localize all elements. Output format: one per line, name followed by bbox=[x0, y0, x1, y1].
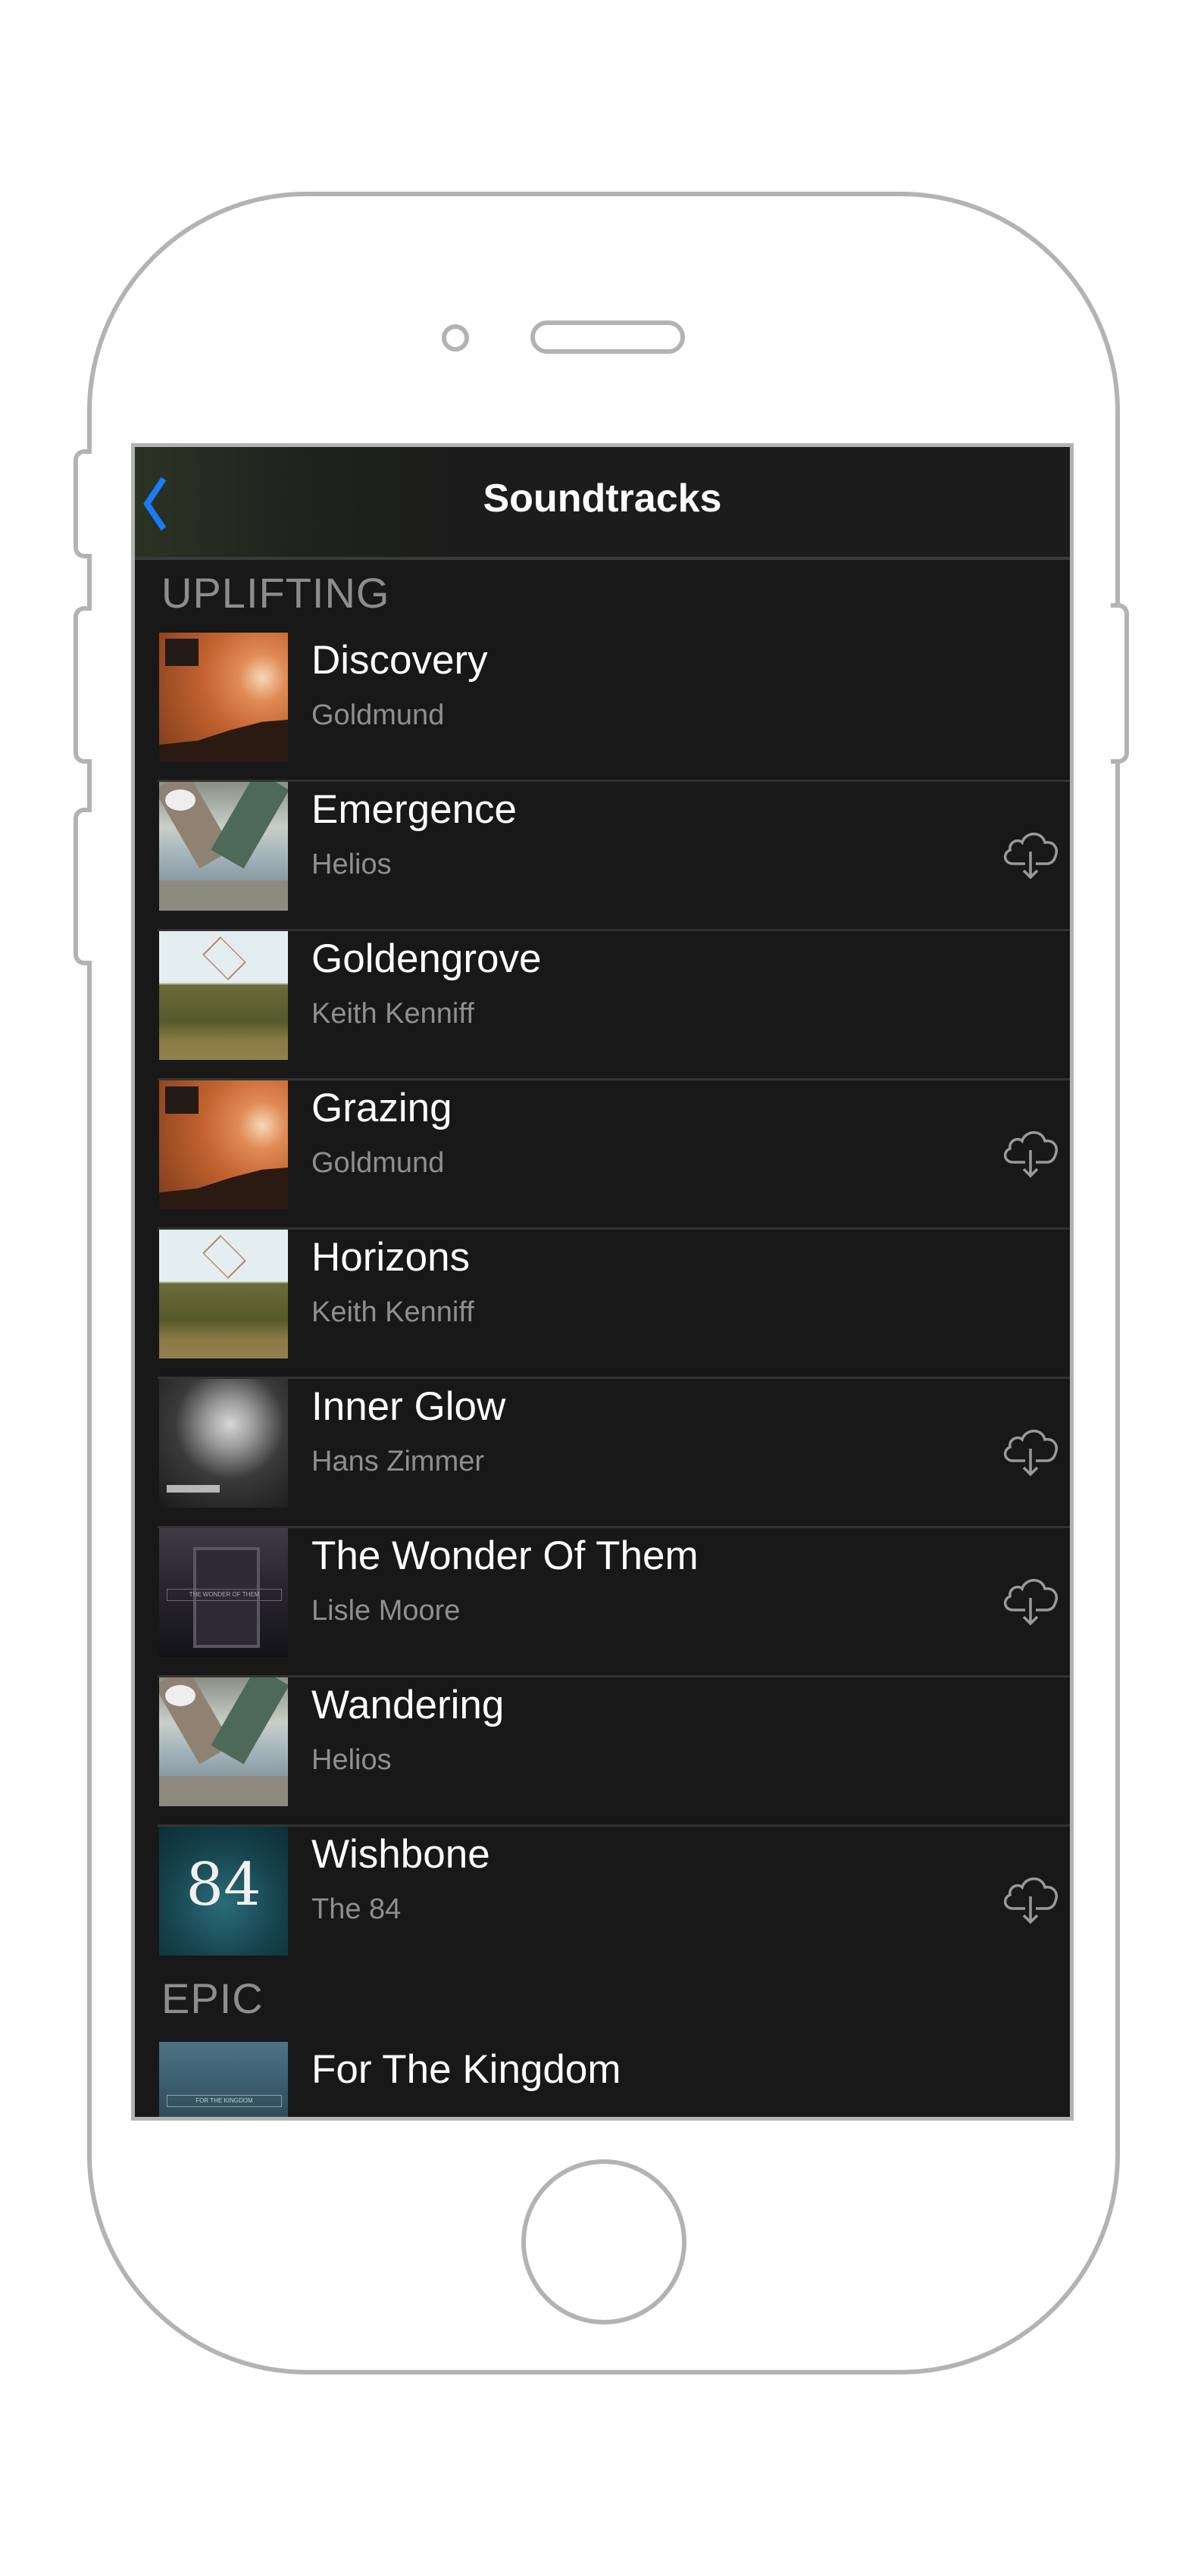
front-camera bbox=[442, 324, 469, 352]
track-row[interactable]: Discovery Goldmund bbox=[135, 633, 1070, 782]
track-title: Wishbone bbox=[311, 1832, 490, 1877]
track-artist: Hans Zimmer bbox=[311, 1446, 485, 1477]
album-artwork bbox=[159, 1677, 288, 1806]
track-row[interactable]: Goldengrove Keith Kenniff bbox=[135, 931, 1070, 1080]
track-row[interactable]: THE WONDER OF THEM The Wonder Of Them Lisl… bbox=[135, 1528, 1070, 1677]
track-artist: Helios bbox=[311, 849, 392, 880]
album-artwork: 84 bbox=[159, 1827, 288, 1955]
cloud-download-icon[interactable] bbox=[1001, 826, 1060, 882]
app-screen: Soundtracks UPLIFTING Discovery Goldmund E… bbox=[131, 443, 1074, 2121]
track-row[interactable]: Emergence Helios bbox=[135, 782, 1070, 931]
track-title: The Wonder Of Them bbox=[311, 1533, 699, 1578]
volume-down-button bbox=[73, 808, 92, 965]
navigation-bar: Soundtracks bbox=[135, 447, 1070, 560]
track-title: Goldengrove bbox=[311, 936, 542, 981]
track-row[interactable]: 84 Wishbone The 84 bbox=[135, 1827, 1070, 1976]
page-title: Soundtracks bbox=[483, 477, 722, 521]
mute-switch bbox=[73, 449, 92, 558]
artwork-caption: THE WONDER OF THEM bbox=[167, 1589, 282, 1601]
album-artwork bbox=[159, 633, 288, 761]
track-artist: Lisle Moore bbox=[311, 1595, 461, 1627]
volume-up-button bbox=[73, 606, 92, 764]
track-artist: Keith Kenniff bbox=[311, 998, 474, 1030]
track-title: Wandering bbox=[311, 1683, 505, 1727]
track-row[interactable]: FOR THE KINGDOM For The Kingdom bbox=[135, 2042, 1070, 2117]
section-header-epic: EPIC bbox=[161, 1974, 264, 2022]
track-artist: Goldmund bbox=[311, 1147, 445, 1179]
cloud-download-icon[interactable] bbox=[1001, 1423, 1060, 1479]
track-title: For The Kingdom bbox=[311, 2047, 621, 2092]
earpiece-speaker bbox=[530, 320, 685, 354]
track-row[interactable]: Inner Glow Hans Zimmer bbox=[135, 1379, 1070, 1528]
album-artwork bbox=[159, 1379, 288, 1508]
track-row[interactable]: Horizons Keith Kenniff bbox=[135, 1230, 1070, 1379]
album-artwork bbox=[159, 782, 288, 911]
album-artwork: THE WONDER OF THEM bbox=[159, 1528, 288, 1657]
cloud-download-icon[interactable] bbox=[1001, 1871, 1060, 1927]
power-button bbox=[1111, 603, 1129, 764]
track-title: Grazing bbox=[311, 1086, 452, 1130]
cloud-download-icon[interactable] bbox=[1001, 1124, 1060, 1180]
album-artwork bbox=[159, 931, 288, 1060]
track-artist: Keith Kenniff bbox=[311, 1296, 474, 1328]
album-artwork: FOR THE KINGDOM bbox=[159, 2042, 288, 2117]
track-artist: Goldmund bbox=[311, 699, 445, 731]
album-artwork bbox=[159, 1080, 288, 1209]
track-title: Horizons bbox=[311, 1235, 471, 1280]
cloud-download-icon[interactable] bbox=[1001, 1572, 1060, 1628]
track-artist: Helios bbox=[311, 1744, 392, 1776]
artwork-caption: FOR THE KINGDOM bbox=[167, 2095, 282, 2107]
track-artist: The 84 bbox=[311, 1893, 402, 1925]
home-button[interactable] bbox=[521, 2159, 686, 2324]
track-title: Emergence bbox=[311, 787, 518, 832]
album-artwork bbox=[159, 1230, 288, 1358]
artwork-caption: 84 bbox=[186, 1851, 261, 1919]
section-header-uplifting: UPLIFTING bbox=[161, 569, 390, 617]
track-row[interactable]: Grazing Goldmund bbox=[135, 1080, 1070, 1230]
track-title: Discovery bbox=[311, 638, 488, 683]
track-row[interactable]: Wandering Helios bbox=[135, 1677, 1070, 1827]
track-title: Inner Glow bbox=[311, 1384, 506, 1429]
